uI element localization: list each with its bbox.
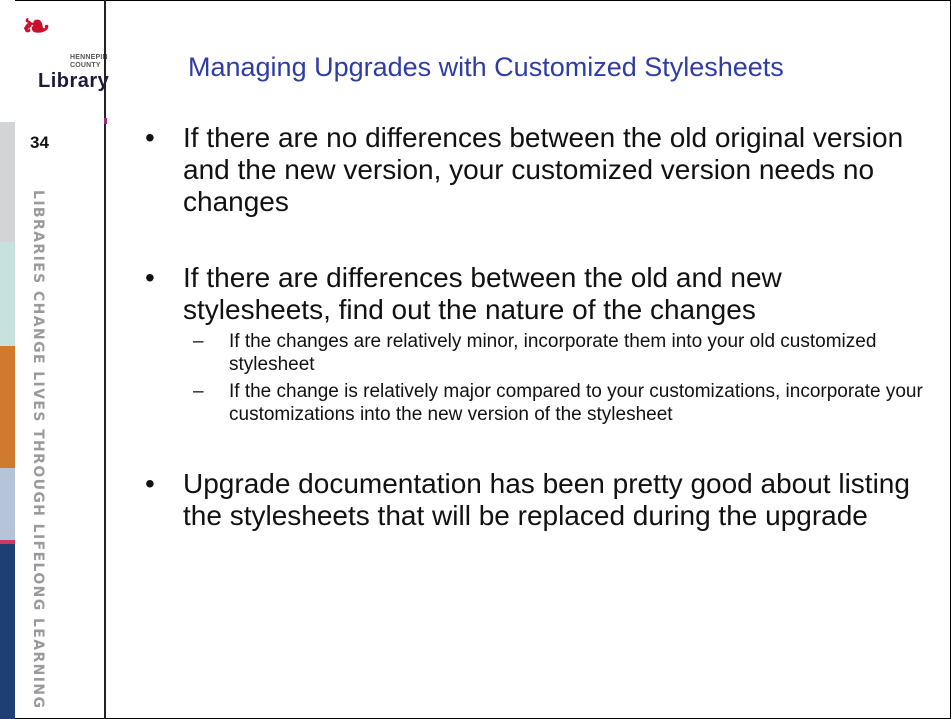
bullet-text: If there are differences between the old… [183, 262, 782, 325]
library-logo: ❧ HENNEPIN COUNTY Library [20, 7, 109, 102]
bullet-dot-icon: • [145, 262, 155, 293]
bullet-item: • If there are no differences between th… [145, 122, 935, 218]
bullet-text: Upgrade documentation has been pretty go… [183, 468, 910, 531]
sub-bullet-text: If the change is relatively major compar… [229, 381, 923, 425]
logo-line-1: HENNEPIN [70, 54, 108, 61]
sub-bullet-text: If the changes are relatively minor, inc… [229, 331, 877, 375]
sidebar-stripe-orange [0, 346, 15, 468]
sidebar-tagline: LIBRARIES CHANGE LIVES THROUGH LIFELONG … [30, 190, 46, 710]
bullet-item: • If there are differences between the o… [145, 262, 935, 326]
sub-bullet-item: – If the changes are relatively minor, i… [183, 330, 935, 376]
slide-content: • If there are no differences between th… [145, 122, 935, 532]
logo-flame-icon: ❧ [22, 7, 51, 47]
logo-line-2: COUNTY [70, 62, 101, 69]
slide-number: 34 [30, 133, 49, 152]
divider-accent [104, 118, 107, 124]
bullet-dot-icon: • [145, 122, 155, 153]
logo-word: Library [38, 70, 110, 92]
sub-bullet-item: – If the change is relatively major comp… [183, 380, 935, 426]
sidebar-stripe-white [0, 0, 15, 122]
sidebar: ❧ HENNEPIN COUNTY Library 34 LIBRARIES C… [0, 0, 109, 719]
bullet-text: If there are no differences between the … [183, 122, 904, 217]
slide-title: Managing Upgrades with Customized Styles… [188, 52, 784, 82]
sidebar-divider [104, 0, 106, 719]
sidebar-stripe-gray [0, 122, 15, 242]
bullet-item: • Upgrade documentation has been pretty … [145, 468, 935, 532]
bullet-dot-icon: • [145, 468, 155, 499]
sub-bullet-dash-icon: – [193, 331, 204, 352]
sidebar-stripe-navy [0, 544, 15, 719]
sub-bullet-dash-icon: – [193, 381, 204, 402]
sidebar-stripe-lightblue [0, 468, 15, 540]
logo-subtitle: HENNEPIN COUNTY [70, 54, 108, 70]
sidebar-stripe-mint [0, 242, 15, 346]
